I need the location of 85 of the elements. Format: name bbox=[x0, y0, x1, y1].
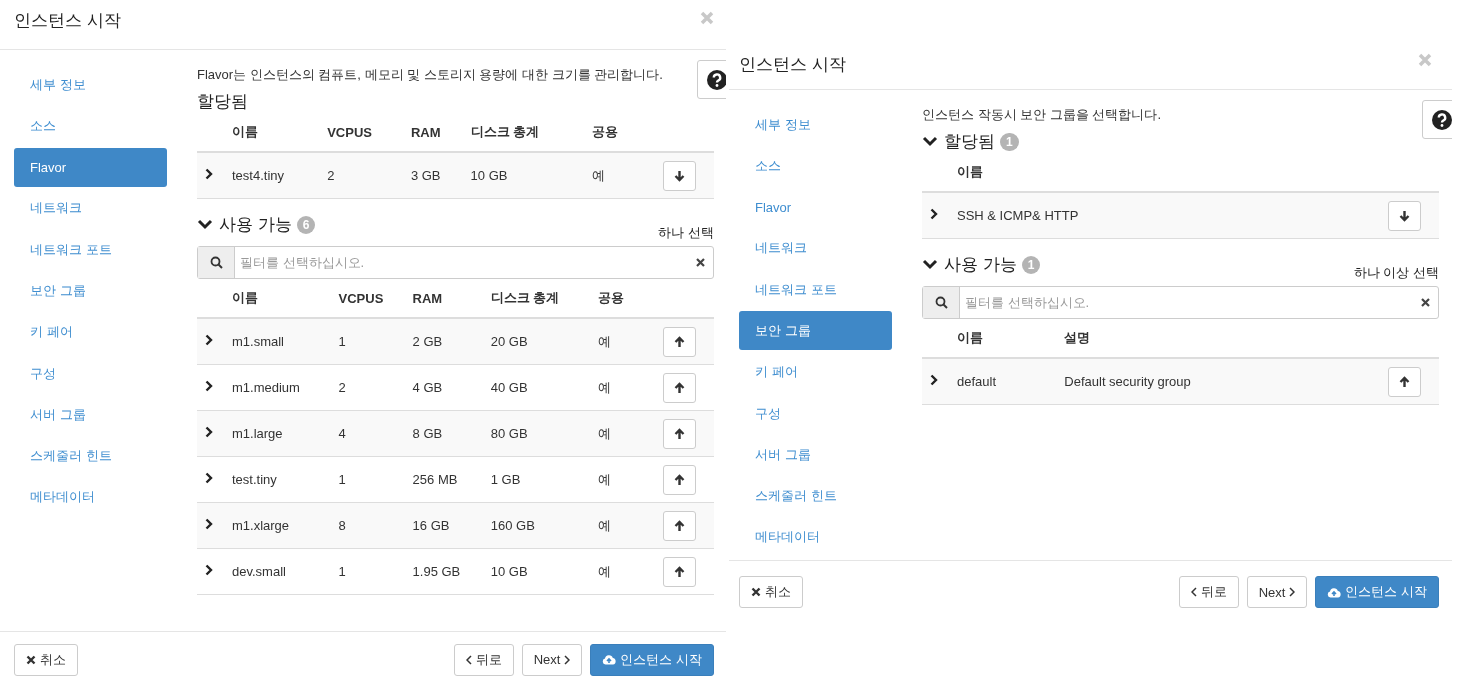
count-badge: 1 bbox=[1021, 255, 1041, 274]
table-cell: 예 bbox=[592, 152, 646, 199]
back-button[interactable]: 뒤로 bbox=[1178, 576, 1239, 608]
wizard-step-tab[interactable]: 보안 그룹 bbox=[739, 311, 892, 351]
table-cell: 256 MB bbox=[412, 456, 491, 503]
wizard-step-tab[interactable]: 구성 bbox=[14, 354, 167, 394]
wizard-step-tab[interactable]: 보안 그룹 bbox=[14, 271, 167, 311]
step-description: 인스턴스 작동시 보안 그룹을 선택합니다. bbox=[922, 106, 1163, 124]
table-cell: 8 bbox=[338, 502, 413, 549]
table-cell: 예 bbox=[598, 502, 646, 549]
table-cell: 160 GB bbox=[490, 502, 599, 549]
table-cell: 4 bbox=[338, 410, 413, 457]
table-cell: 8 GB bbox=[412, 410, 491, 457]
wizard-step-tab[interactable]: 스케줄러 힌트 bbox=[739, 476, 892, 516]
launch-instance-button[interactable]: 인스턴스 시작 bbox=[1315, 576, 1439, 608]
table-cell: 예 bbox=[598, 318, 646, 365]
section-title: 할당됨 bbox=[197, 91, 248, 113]
table-cell: 1.95 GB bbox=[412, 548, 491, 595]
table-cell: Default security group bbox=[1064, 358, 1371, 405]
wizard-step-tab[interactable]: Flavor bbox=[14, 147, 167, 187]
table-cell: 1 bbox=[338, 318, 413, 365]
table-cell: default bbox=[957, 358, 1065, 405]
table-cell: 1 GB bbox=[490, 456, 599, 503]
table-cell: 예 bbox=[598, 410, 646, 457]
section-title: 사용 가능 bbox=[944, 254, 1017, 276]
wizard-step-tab[interactable]: 네트워크 bbox=[739, 228, 892, 268]
table-cell: 4 GB bbox=[412, 364, 491, 411]
table-cell: 2 bbox=[338, 364, 413, 411]
table-cell: 40 GB bbox=[490, 364, 599, 411]
filter-field[interactable]: 필터를 선택하십시오. bbox=[922, 286, 1439, 319]
table-cell: 1 bbox=[338, 548, 413, 595]
wizard-step-tab[interactable]: 구성 bbox=[739, 394, 892, 434]
next-button[interactable]: Next bbox=[1246, 576, 1308, 608]
filter-field[interactable]: 필터를 선택하십시오. bbox=[197, 246, 714, 279]
section-title: 할당됨 bbox=[944, 131, 995, 153]
table-cell: 2 GB bbox=[412, 318, 491, 365]
filter-input[interactable]: 필터를 선택하십시오. bbox=[235, 247, 696, 278]
dialog-title: 인스턴스 시작 bbox=[14, 10, 121, 32]
table-cell: 예 bbox=[598, 548, 646, 595]
table-cell: 예 bbox=[598, 364, 646, 411]
wizard-step-tab[interactable]: 세부 정보 bbox=[14, 65, 167, 104]
table-cell: m1.large bbox=[232, 410, 339, 457]
wizard-step-tab[interactable]: 스케줄러 힌트 bbox=[14, 436, 167, 476]
wizard-step-tab[interactable]: 네트워크 포트 bbox=[14, 230, 167, 270]
wizard-step-tab[interactable]: 네트워크 bbox=[14, 188, 167, 228]
step-description: Flavor는 인스턴스의 컴퓨트, 메모리 및 스토리지 용량에 대한 크기를 관리합니다. bbox=[197, 66, 664, 84]
table-cell: dev.small bbox=[232, 548, 339, 595]
table-cell: 16 GB bbox=[412, 502, 491, 549]
wizard-step-tab[interactable]: 서버 그룹 bbox=[14, 395, 167, 435]
table-cell: 3 GB bbox=[410, 152, 471, 199]
table-cell: test4.tiny bbox=[232, 152, 328, 199]
table-cell: 예 bbox=[598, 456, 646, 503]
section-title: 사용 가능 bbox=[219, 214, 292, 236]
table-cell: 1 bbox=[338, 456, 413, 503]
wizard-step-tab[interactable]: 메타데이터 bbox=[739, 517, 892, 557]
selection-hint: 하나 이상 선택 bbox=[1353, 264, 1439, 282]
wizard-step-tab[interactable]: 키 페어 bbox=[739, 352, 892, 392]
next-button[interactable]: Next bbox=[521, 643, 583, 676]
wizard-step-tab[interactable]: 소스 bbox=[739, 146, 892, 186]
table-cell: 80 GB bbox=[490, 410, 599, 457]
wizard-step-tab[interactable]: 네트워크 포트 bbox=[739, 270, 892, 310]
wizard-step-tab[interactable]: Flavor bbox=[739, 187, 892, 227]
table-cell: 10 GB bbox=[470, 152, 593, 199]
table-cell: 2 bbox=[327, 152, 411, 199]
back-button[interactable]: 뒤로 bbox=[453, 643, 514, 676]
filter-input[interactable]: 필터를 선택하십시오. bbox=[960, 287, 1421, 318]
wizard-step-tab[interactable]: 키 페어 bbox=[14, 312, 167, 352]
table-cell: test.tiny bbox=[232, 456, 339, 503]
table-cell: m1.xlarge bbox=[232, 502, 339, 549]
count-badge: 6 bbox=[296, 215, 316, 234]
table-cell: m1.medium bbox=[232, 364, 339, 411]
count-badge: 1 bbox=[1000, 132, 1019, 151]
selection-hint: 하나 선택 bbox=[658, 224, 714, 242]
launch-instance-button[interactable]: 인스턴스 시작 bbox=[590, 643, 714, 676]
cancel-button[interactable]: 취소 bbox=[739, 576, 803, 608]
table-cell: SSH & ICMP& HTTP bbox=[957, 192, 1371, 239]
cancel-button[interactable]: 취소 bbox=[14, 643, 78, 676]
wizard-step-tab[interactable]: 메타데이터 bbox=[14, 477, 167, 517]
dialog-title: 인스턴스 시작 bbox=[739, 54, 846, 76]
table-cell: 10 GB bbox=[490, 548, 599, 595]
table-cell: 20 GB bbox=[490, 318, 599, 365]
wizard-step-tab[interactable]: 서버 그룹 bbox=[739, 435, 892, 475]
wizard-step-tab[interactable]: 소스 bbox=[14, 106, 167, 146]
table-cell: m1.small bbox=[232, 318, 339, 365]
wizard-step-tab[interactable]: 세부 정보 bbox=[739, 105, 892, 144]
